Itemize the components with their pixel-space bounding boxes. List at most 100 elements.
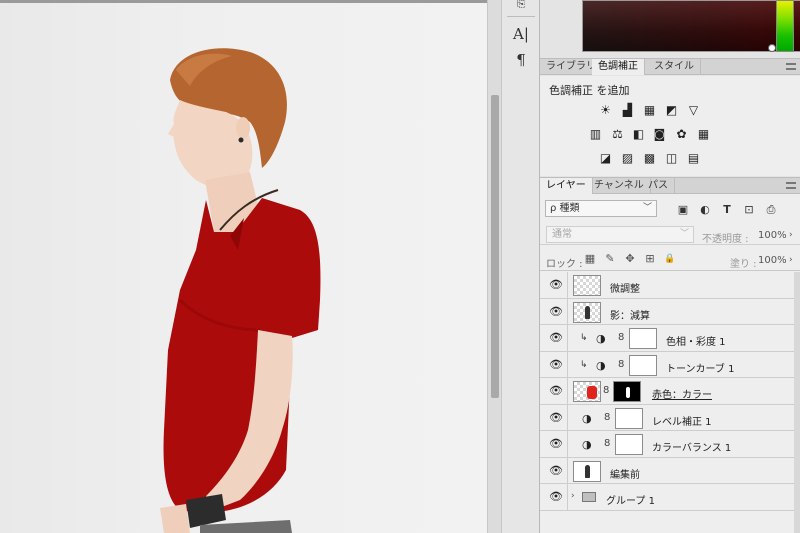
document-canvas[interactable] xyxy=(0,0,487,533)
mask-link-icon[interactable]: 8 xyxy=(603,385,609,396)
layer-name[interactable]: トーンカーブ 1 xyxy=(666,360,734,375)
lock-transparency-icon[interactable]: ▦ xyxy=(584,253,596,265)
adjustment-filter-icon[interactable]: ◐ xyxy=(698,204,712,216)
lock-row: ロック : ▦ ✎ ✥ ⊞ 🔒 塗り : 100% › xyxy=(540,247,800,271)
layers-menu-icon[interactable] xyxy=(786,182,796,189)
layer-name[interactable]: 編集前 xyxy=(610,466,640,481)
visibility-eye-icon[interactable]: 👁 xyxy=(549,305,563,318)
layer-row[interactable]: 👁 ◑ 8 カラーバランス 1 xyxy=(540,431,800,458)
layer-name[interactable]: グループ 1 xyxy=(606,492,655,507)
visibility-eye-icon[interactable]: 👁 xyxy=(549,411,563,424)
layer-row[interactable]: 👁 微調整 xyxy=(540,272,800,299)
layer-row[interactable]: 👁 8 赤色：カラー xyxy=(540,378,800,405)
channel-mixer-icon[interactable]: ✿ xyxy=(674,128,689,141)
hue-saturation-icon[interactable]: ▥ xyxy=(588,128,603,141)
adjustment-layer-icon: ◑ xyxy=(582,411,592,425)
layer-row[interactable]: 👁 ↳ ◑ 8 トーンカーブ 1 xyxy=(540,351,800,378)
chevron-right-icon[interactable]: › xyxy=(571,491,575,501)
mask-link-icon[interactable]: 8 xyxy=(618,332,624,343)
mask-link-icon[interactable]: 8 xyxy=(618,359,624,370)
adjustment-layer-icon: ◑ xyxy=(596,358,606,372)
folder-icon xyxy=(582,492,596,502)
levels-icon[interactable]: ▟ xyxy=(620,104,635,117)
mask-link-icon[interactable]: 8 xyxy=(604,412,610,423)
invert-icon[interactable]: ◪ xyxy=(598,152,613,165)
visibility-eye-icon[interactable]: 👁 xyxy=(549,358,563,371)
tab-layers[interactable]: レイヤー xyxy=(540,178,593,194)
gradient-map-icon[interactable]: ▤ xyxy=(686,152,701,165)
type-filter-icon[interactable]: T xyxy=(720,204,734,216)
tab-paths[interactable]: パス xyxy=(642,178,675,194)
blend-mode-value: 通常 xyxy=(552,229,572,240)
layer-mask-thumbnail[interactable] xyxy=(629,354,657,376)
layer-name[interactable]: 影：減算 xyxy=(610,307,650,322)
selective-color-icon[interactable]: ◫ xyxy=(664,152,679,165)
layer-row[interactable]: 👁 ↳ ◑ 8 色相・彩度 1 xyxy=(540,325,800,352)
blend-mode-select[interactable]: 通常 ﹀ xyxy=(546,226,694,243)
visibility-eye-icon[interactable]: 👁 xyxy=(549,491,563,503)
posterize-icon[interactable]: ▨ xyxy=(620,152,635,165)
layer-name[interactable]: 微調整 xyxy=(610,280,640,295)
layers-scrollbar[interactable] xyxy=(794,272,800,533)
visibility-eye-icon[interactable]: 👁 xyxy=(549,332,563,344)
color-field[interactable] xyxy=(582,0,800,52)
layer-name[interactable]: 赤色：カラー xyxy=(652,386,712,401)
fill-dropdown-icon[interactable]: › xyxy=(789,255,793,265)
chevron-down-icon: ﹀ xyxy=(642,203,652,213)
lock-all-icon[interactable]: 🔒 xyxy=(664,253,676,265)
layer-row[interactable]: 👁 ◑ 8 レベル補正 1 xyxy=(540,404,800,431)
exposure-icon[interactable]: ◩ xyxy=(664,104,679,117)
scrollbar-thumb[interactable] xyxy=(491,95,499,398)
lock-image-icon[interactable]: ✎ xyxy=(604,253,616,265)
tab-styles[interactable]: スタイル xyxy=(648,59,701,75)
layer-name[interactable]: レベル補正 1 xyxy=(652,413,712,428)
fill-label: 塗り : xyxy=(730,259,757,270)
visibility-eye-icon[interactable]: 👁 xyxy=(549,438,563,450)
canvas-vertical-scrollbar[interactable] xyxy=(487,0,501,533)
opacity-dropdown-icon[interactable]: › xyxy=(789,230,793,240)
lock-artboard-icon[interactable]: ⊞ xyxy=(644,253,656,265)
hue-marker[interactable] xyxy=(768,44,776,52)
fill-field[interactable]: 100% xyxy=(758,255,787,266)
shape-filter-icon[interactable]: ⊡ xyxy=(742,204,756,216)
visibility-eye-icon[interactable]: 👁 xyxy=(549,279,563,291)
smart-object-filter-icon[interactable]: ⎙ xyxy=(764,204,778,216)
adjustment-layer-icon: ◑ xyxy=(582,438,592,451)
threshold-icon[interactable]: ▩ xyxy=(642,152,657,165)
layer-mask-thumbnail[interactable] xyxy=(613,381,641,402)
mask-silhouette xyxy=(626,387,630,398)
pixel-filter-icon[interactable]: ▣ xyxy=(676,204,690,216)
color-lookup-icon[interactable]: ▦ xyxy=(696,128,711,141)
visibility-eye-icon[interactable]: 👁 xyxy=(549,385,563,397)
layer-name[interactable]: 色相・彩度 1 xyxy=(666,333,726,348)
vibrance-icon[interactable]: ▽ xyxy=(686,104,701,117)
visibility-eye-icon[interactable]: 👁 xyxy=(549,464,563,477)
layer-row[interactable]: 👁 影：減算 xyxy=(540,298,800,325)
tab-adjustments[interactable]: 色調補正 xyxy=(592,59,645,75)
color-balance-icon[interactable]: ⚖ xyxy=(610,128,625,141)
opacity-field[interactable]: 100% xyxy=(758,230,787,241)
panel-tool-strip: ⎘ A| ¶ xyxy=(501,0,540,533)
panel-menu-icon[interactable] xyxy=(786,63,796,70)
brightness-contrast-icon[interactable]: ☀ xyxy=(598,104,613,117)
paragraph-panel-icon[interactable]: ¶ xyxy=(508,50,534,70)
black-white-icon[interactable]: ◧ xyxy=(631,128,646,141)
adjustments-panel: 色調補正 を追加 ☀ ▟ ▦ ◩ ▽ ▥ ⚖ ◧ ◙ ✿ ▦ ◪ ▨ ▩ ◫ ▤ xyxy=(540,76,800,176)
curves-icon[interactable]: ▦ xyxy=(642,104,657,117)
layer-kind-filter[interactable]: ρ 種類 ﹀ xyxy=(545,200,657,217)
layer-row[interactable]: 👁 › グループ 1 xyxy=(540,484,800,511)
character-panel-icon[interactable]: A| xyxy=(508,24,534,44)
layer-row[interactable]: 👁 編集前 xyxy=(540,457,800,484)
layer-list: 👁 微調整 👁 影：減算 👁 ↳ ◑ 8 色相・彩度 1 👁 ↳ ◑ 8 トーン… xyxy=(540,272,800,511)
hue-slider[interactable] xyxy=(776,0,794,52)
photo-filter-icon[interactable]: ◙ xyxy=(652,128,667,141)
panel-icon-top[interactable]: ⎘ xyxy=(508,0,534,14)
divider xyxy=(567,457,568,484)
layer-mask-thumbnail[interactable] xyxy=(629,328,657,349)
lock-position-icon[interactable]: ✥ xyxy=(624,253,636,265)
layer-mask-thumbnail[interactable] xyxy=(615,407,643,429)
opacity-label: 不透明度 : xyxy=(702,234,749,245)
layer-name[interactable]: カラーバランス 1 xyxy=(652,439,731,454)
mask-link-icon[interactable]: 8 xyxy=(604,438,610,449)
layer-mask-thumbnail[interactable] xyxy=(615,434,643,455)
